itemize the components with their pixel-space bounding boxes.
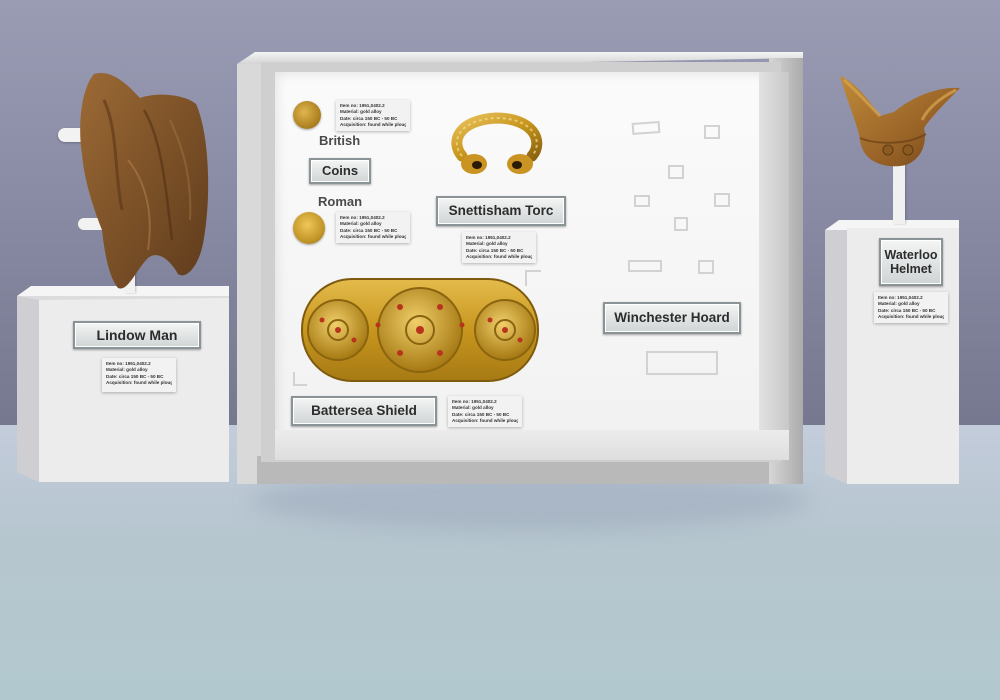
roman-coin-info-card[interactable]: Item no: 1951,0402.2 Material: gold allo… [336, 212, 410, 243]
snettisham-torc-label-text: Snettisham Torc [448, 203, 554, 219]
empty-slot [646, 351, 718, 375]
battersea-shield-label[interactable]: Battersea Shield [291, 396, 437, 426]
lindow-man-info-card[interactable]: Item no: 1951,0402.2 Material: gold allo… [102, 358, 176, 392]
empty-slot [628, 260, 662, 272]
waterloo-helmet-info-card[interactable]: Item no: 1951,0402.2 Material: gold allo… [874, 292, 948, 323]
battersea-shield-artifact[interactable] [300, 275, 540, 385]
british-coin-info-card[interactable]: Item no: 1951,0402.2 Material: gold allo… [336, 100, 410, 131]
info-acquisition: Acquisition: found while ploughing [106, 380, 172, 386]
lindow-man-label-text: Lindow Man [96, 326, 178, 343]
coins-label[interactable]: Coins [309, 158, 371, 184]
coins-label-text: Coins [321, 162, 359, 178]
snettisham-torc-info-card[interactable]: Item no: 1951,0402.2 Material: gold allo… [462, 232, 536, 263]
waterloo-helmet-artifact[interactable] [836, 72, 964, 172]
empty-slot [704, 125, 720, 139]
display-case-inner-right-wall [759, 72, 789, 460]
lindow-man-artifact[interactable] [74, 70, 214, 295]
info-acquisition: Acquisition: found while ploughing [878, 314, 944, 320]
winchester-hoard-empty-slots [620, 115, 750, 395]
waterloo-helmet-label[interactable]: Waterloo Helmet [879, 238, 943, 286]
empty-slot [631, 121, 661, 135]
winchester-hoard-label-text: Winchester Hoard [614, 310, 730, 326]
empty-slot [525, 270, 541, 286]
empty-slot [293, 372, 307, 386]
snettisham-torc-label[interactable]: Snettisham Torc [436, 196, 566, 226]
info-acquisition: Acquisition: found while ploughing [466, 254, 532, 260]
lindow-man-label[interactable]: Lindow Man [73, 321, 201, 349]
waterloo-helmet-label-line1: Waterloo [884, 247, 938, 262]
empty-slot [674, 217, 688, 231]
empty-slot [698, 260, 714, 274]
battersea-shield-info-card[interactable]: Item no: 1951,0402.2 Material: gold allo… [448, 396, 522, 427]
info-acquisition: Acquisition: found while ploughing [452, 418, 518, 424]
battersea-shield-label-text: Battersea Shield [311, 403, 417, 419]
winchester-hoard-label[interactable]: Winchester Hoard [603, 302, 741, 334]
roman-group-title: Roman [318, 194, 363, 209]
british-coin[interactable] [293, 101, 321, 129]
british-group-title: British [319, 133, 361, 148]
empty-slot [714, 193, 730, 207]
display-case-floor [275, 430, 789, 460]
waterloo-helmet-label-line2: Helmet [890, 262, 932, 276]
empty-slot [634, 195, 650, 207]
info-acquisition: Acquisition: found while ploughing [340, 122, 406, 128]
snettisham-torc-artifact[interactable] [448, 112, 546, 182]
empty-slot [668, 165, 684, 179]
roman-coin[interactable] [293, 212, 325, 244]
info-acquisition: Acquisition: found while ploughing [340, 234, 406, 240]
